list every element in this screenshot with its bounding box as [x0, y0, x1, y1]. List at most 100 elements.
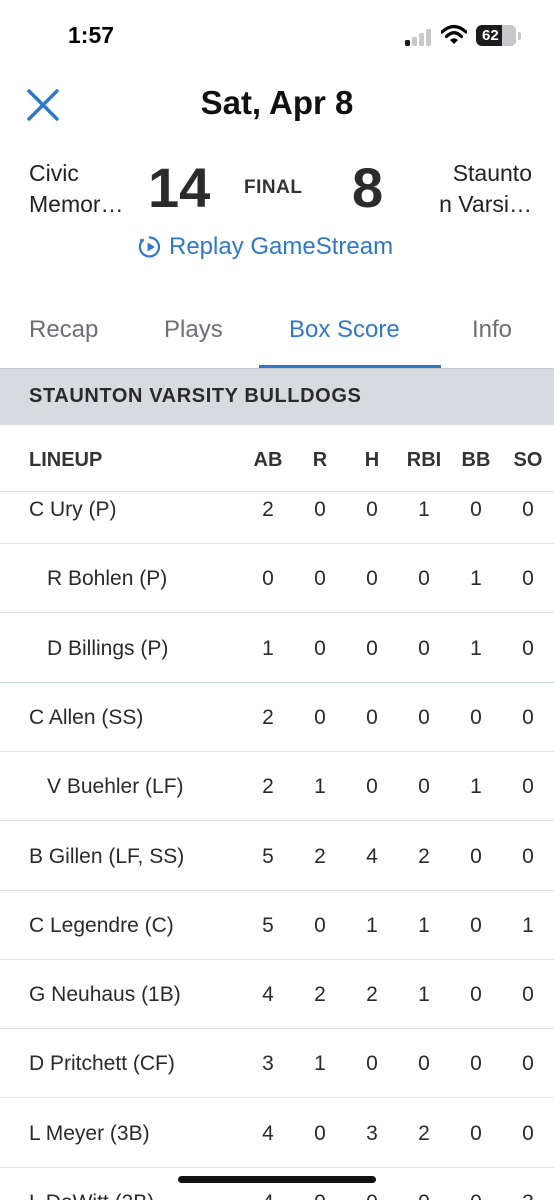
stat-bb: 0	[470, 498, 482, 521]
column-header-rbi: RBI	[406, 449, 442, 471]
team-section-title: STAUNTON VARSITY BULLDOGS	[29, 385, 362, 407]
stat-so: 0	[522, 705, 534, 729]
column-header-bb: BB	[461, 449, 491, 471]
stat-so: 0	[522, 775, 534, 799]
stat-bb: 0	[470, 705, 482, 729]
stat-h: 0	[366, 498, 378, 521]
stat-bb: 1	[470, 567, 482, 591]
player-name[interactable]: D Billings (P)	[47, 637, 168, 661]
battery-level: 62	[482, 27, 499, 44]
stat-rbi: 1	[418, 498, 430, 521]
stat-h: 0	[352, 1191, 392, 1200]
stat-rbi: 2	[418, 844, 430, 868]
stat-rbi: 0	[418, 567, 430, 591]
stat-ab: 1	[262, 636, 274, 660]
stat-r: 0	[314, 1121, 326, 1145]
tab-bar: Recap Plays Box Score Info	[0, 300, 554, 368]
player-name[interactable]: C Allen (SS)	[29, 706, 143, 730]
table-row[interactable]: C Ury (P) 2 0 0 1 0 0	[0, 475, 554, 544]
home-team-name[interactable]: Civic Memor…	[29, 158, 149, 220]
away-score: 8	[352, 156, 384, 219]
tab-recap[interactable]: Recap	[29, 316, 98, 344]
stat-h: 3	[366, 1121, 378, 1145]
table-row[interactable]: D Billings (P) 1 0 0 0 1 0	[0, 614, 554, 683]
column-header-h: H	[364, 449, 380, 471]
stat-ab: 4	[262, 1121, 274, 1145]
tab-box-score[interactable]: Box Score	[289, 316, 400, 344]
player-name[interactable]: G Neuhaus (1B)	[29, 983, 181, 1007]
stat-r: 0	[314, 913, 326, 937]
home-team-name-line1: Civic	[29, 160, 79, 186]
player-name[interactable]: V Buehler (LF)	[47, 775, 184, 799]
stat-ab: 4	[248, 1191, 288, 1200]
replay-gamestream-link[interactable]: Replay GameStream	[137, 232, 393, 262]
stat-rbi: 0	[418, 775, 430, 799]
status-time: 1:57	[68, 22, 115, 48]
stat-bb: 0	[470, 913, 482, 937]
stat-r: 2	[314, 983, 326, 1007]
column-header-ab: AB	[253, 449, 283, 471]
stat-h: 0	[366, 705, 378, 729]
stat-h: 1	[366, 913, 378, 937]
table-row[interactable]: B Gillen (LF, SS) 5 2 4 2 0 0	[0, 822, 554, 891]
stat-bb: 0	[470, 983, 482, 1007]
stat-r: 0	[314, 498, 326, 521]
stat-r: 0	[314, 567, 326, 591]
table-row[interactable]: V Buehler (LF) 2 1 0 0 1 0	[0, 752, 554, 822]
wifi-icon	[441, 24, 467, 44]
player-name[interactable]: C Ury (P)	[29, 498, 117, 522]
player-name[interactable]: R Bohlen (P)	[47, 567, 167, 591]
stat-r: 0	[300, 1191, 340, 1200]
stat-bb: 1	[470, 775, 482, 799]
player-name[interactable]: L DeWitt (2B)	[29, 1191, 154, 1200]
stat-ab: 3	[262, 1052, 274, 1076]
stat-so: 0	[522, 567, 534, 591]
table-row[interactable]: L DeWitt (2B) 4 0 0 0 0 3	[0, 1168, 554, 1200]
home-team-name-line2: Memor…	[29, 191, 124, 217]
status-bar: 1:57 62	[0, 0, 554, 70]
home-score: 14	[148, 156, 211, 219]
team-section-header: STAUNTON VARSITY BULLDOGS	[0, 368, 554, 425]
stat-r: 2	[314, 844, 326, 868]
player-name[interactable]: D Pritchett (CF)	[29, 1052, 175, 1076]
column-header-lineup: LINEUP	[29, 449, 103, 471]
stat-h: 4	[366, 844, 378, 868]
table-row[interactable]: L Meyer (3B) 4 0 3 2 0 0	[0, 1099, 554, 1168]
table-row[interactable]: C Legendre (C) 5 0 1 1 0 1	[0, 891, 554, 960]
player-name[interactable]: L Meyer (3B)	[29, 1122, 150, 1146]
stat-r: 1	[314, 775, 326, 799]
column-header-so: SO	[513, 449, 543, 471]
table-row[interactable]: G Neuhaus (1B) 4 2 2 1 0 0	[0, 960, 554, 1030]
battery-icon: 62	[476, 25, 516, 46]
stat-r: 0	[314, 636, 326, 660]
stat-rbi: 2	[418, 1121, 430, 1145]
stat-ab: 2	[262, 775, 274, 799]
stat-h: 0	[366, 636, 378, 660]
stat-h: 0	[366, 1052, 378, 1076]
stat-ab: 5	[262, 844, 274, 868]
table-row[interactable]: D Pritchett (CF) 3 1 0 0 0 0	[0, 1029, 554, 1099]
player-name[interactable]: B Gillen (LF, SS)	[29, 845, 184, 869]
home-indicator[interactable]	[178, 1176, 376, 1183]
stat-ab: 2	[262, 705, 274, 729]
tab-info[interactable]: Info	[472, 316, 512, 344]
stat-r: 1	[314, 1052, 326, 1076]
tab-plays[interactable]: Plays	[164, 316, 223, 344]
away-team-name-line2: n Varsi…	[439, 191, 532, 217]
battery-nub	[518, 32, 521, 40]
cellular-signal-icon	[405, 28, 435, 46]
table-row[interactable]: R Bohlen (P) 0 0 0 0 1 0	[0, 544, 554, 614]
stat-r: 0	[314, 705, 326, 729]
game-status: FINAL	[244, 177, 303, 198]
player-name[interactable]: C Legendre (C)	[29, 914, 174, 938]
stat-h: 2	[366, 983, 378, 1007]
table-row[interactable]: C Allen (SS) 2 0 0 0 0 0	[0, 683, 554, 752]
stat-ab: 0	[262, 567, 274, 591]
stat-so: 3	[508, 1191, 548, 1200]
stat-h: 0	[366, 775, 378, 799]
stat-rbi: 0	[418, 705, 430, 729]
stat-so: 0	[522, 1052, 534, 1076]
stat-so: 0	[522, 983, 534, 1007]
away-team-name[interactable]: Staunto n Varsi…	[422, 158, 532, 220]
stat-bb: 0	[470, 1121, 482, 1145]
